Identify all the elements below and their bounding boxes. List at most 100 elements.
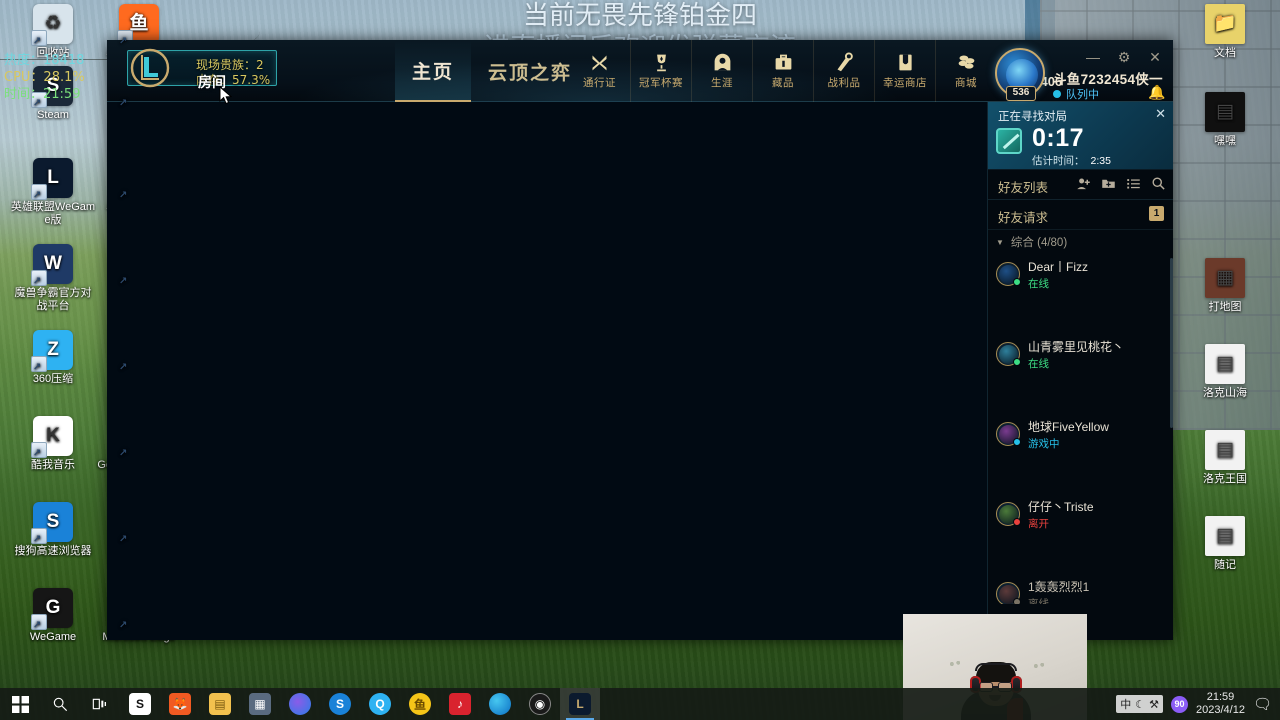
nav-icon-collection[interactable]: 藏品 [752, 40, 813, 102]
player-profile-orb[interactable]: 536 [995, 48, 1047, 104]
add-friend-icon[interactable] [1076, 176, 1091, 192]
desktop-icon-glyph: L [31, 158, 73, 202]
lucky-store-icon [898, 54, 912, 71]
league-icon: L [569, 693, 591, 715]
avatar [996, 582, 1021, 604]
taskbar-app-obs[interactable]: ◉ [520, 688, 560, 720]
desktop-icon-glyph: ▦ [1205, 258, 1245, 298]
taskbar-app-explorer[interactable]: ▤ [200, 688, 240, 720]
friend-name: Dear丨Fizz [1028, 259, 1089, 274]
tray-badge[interactable]: 90 [1171, 695, 1189, 713]
friend-name: 仔仔丶Triste [1028, 499, 1094, 514]
list-item[interactable]: 山青雾里见桃花丶 在线 [988, 334, 1173, 374]
nav-icon-label: 商城 [955, 77, 977, 89]
desktop-icon[interactable]: ▤ 洛克王国 [1182, 430, 1268, 486]
desktop-icon[interactable]: ▦ 打地图 [1182, 258, 1268, 314]
notifications-bell-icon[interactable]: 🔔 [1148, 84, 1165, 101]
list-item[interactable]: Dear丨Fizz 在线 [988, 254, 1173, 294]
start-button[interactable] [0, 688, 40, 720]
taskbar-app-league[interactable]: L [560, 688, 600, 720]
status-dot [1013, 518, 1021, 526]
desktop-icon-label: 英雄联盟WeGame版 [10, 201, 96, 226]
start-icon [11, 695, 29, 713]
taskbar-search-button[interactable] [40, 688, 80, 720]
list-item[interactable]: 地球FiveYellow 游戏中 [988, 414, 1173, 454]
desktop-icon[interactable]: ▤ 随记 [1182, 516, 1268, 572]
queue-close-button[interactable]: ✕ [1155, 106, 1166, 122]
ime-tool-icon: ⚒ [1149, 698, 1160, 711]
windows-taskbar: S 🦊 ▤ ▦ S Q 鱼 ♪ ◉ L 中 ☾ ⚒ 90 21:59 2023/… [0, 688, 1280, 720]
desktop-icon[interactable]: Z360压缩 [10, 330, 96, 386]
friends-list-title: 好友列表 [998, 181, 1049, 195]
friend-name: 地球FiveYellow [1028, 419, 1109, 434]
nav-icon-pass[interactable]: 通行证 [569, 40, 630, 102]
desktop-icon-label: 搜狗高速浏览器 [14, 545, 92, 557]
friend-status: 在线 [1028, 277, 1049, 290]
desktop-icon[interactable]: W魔兽争霸官方对战平台 [10, 244, 96, 312]
list-item[interactable]: 仔仔丶Triste 离开 [988, 494, 1173, 534]
friends-list[interactable]: Dear丨Fizz 在线 山青雾里见桃花丶 在线 地球FiveYellow 游戏中 仔仔丶T… [988, 254, 1173, 604]
ime-indicator[interactable]: 中 ☾ ⚒ [1116, 695, 1164, 713]
sogou-icon: S [329, 693, 351, 715]
tray-clock[interactable]: 21:59 2023/4/12 [1196, 691, 1245, 717]
desktop-icon-glyph: Z [31, 330, 73, 374]
taskbar-app-edge[interactable] [480, 688, 520, 720]
avatar [996, 262, 1021, 286]
nav-icon-lucky-store[interactable]: 幸运商店 [874, 40, 935, 102]
create-group-icon[interactable] [1101, 176, 1116, 192]
desktop-icon[interactable]: ▤ 洛克山海 [1182, 344, 1268, 400]
league-logo-icon [130, 48, 170, 88]
taskbar-app-wegame[interactable]: S [120, 688, 160, 720]
taskbar-app-calculator[interactable]: ▦ [240, 688, 280, 720]
notification-icon[interactable]: 🗨 [1253, 695, 1272, 713]
nav-icon-loot[interactable]: 战利品 [813, 40, 874, 102]
overlay-time: 时间：21:59 [4, 87, 81, 102]
close-button[interactable]: ✕ [1148, 50, 1162, 64]
list-view-icon[interactable] [1126, 176, 1141, 192]
player-status-text: 队列中 [1066, 89, 1099, 101]
store-icon [958, 55, 974, 69]
profile-level: 536 [1006, 86, 1036, 101]
desktop-icon[interactable]: K酷我音乐 [10, 416, 96, 472]
qq-browser-icon: Q [369, 693, 391, 715]
nav-icon-store[interactable]: 商城 [935, 40, 996, 102]
taskbar-app-douyu[interactable]: 鱼 [400, 688, 440, 720]
friend-requests-row[interactable]: 好友请求 1 [988, 200, 1173, 230]
nav-tab-home[interactable]: 主页 [395, 40, 472, 102]
desktop-icon[interactable]: S搜狗高速浏览器 [10, 502, 96, 558]
search-icon[interactable] [1151, 176, 1166, 192]
stream-overlay-stats: 热度：18418 CPU：28.1% 时间：21:59 [4, 52, 85, 103]
friend-status: 离开 [1028, 517, 1049, 530]
taskbar-app-netease-music[interactable]: ♪ [440, 688, 480, 720]
friend-group-header[interactable]: ▼ 综合 (4/80) [988, 230, 1173, 254]
desktop-icon-glyph: ▤ [1205, 344, 1245, 384]
nav-icon-label: 冠军杯赛 [639, 77, 683, 89]
taskbar-app-cortana[interactable] [280, 688, 320, 720]
friend-name: 1轰轰烈烈1 [1028, 579, 1090, 594]
settings-gear-icon[interactable]: ⚙ [1117, 50, 1131, 64]
client-nav-tabs: 主页 云顶之弈 [395, 40, 589, 102]
friend-requests-badge: 1 [1149, 206, 1164, 221]
player-status[interactable]: 队列中 [1053, 86, 1099, 102]
desktop-icon[interactable]: ▤ 嘿嘿 [1182, 92, 1268, 148]
avatar [996, 342, 1021, 366]
desktop-icon[interactable]: GWeGame [10, 588, 96, 644]
loot-icon [837, 52, 853, 72]
task-view-button[interactable] [80, 688, 120, 720]
desktop-icon[interactable]: L英雄联盟WeGame版 [10, 158, 96, 226]
queue-eta-label: 估计时间： [1032, 155, 1085, 167]
friend-status: 在线 [1028, 357, 1049, 370]
minimize-button[interactable]: — [1086, 50, 1100, 64]
system-tray: 中 ☾ ⚒ 90 21:59 2023/4/12 🗨 [1116, 688, 1280, 720]
friends-list-actions [1076, 176, 1166, 192]
nav-icon-champion-cup[interactable]: 冠军杯赛 [630, 40, 691, 102]
taskbar-app-qq-browser[interactable]: Q [360, 688, 400, 720]
nav-icon-career[interactable]: 生涯 [691, 40, 752, 102]
edge-icon [489, 693, 511, 715]
taskbar-app-firefox[interactable]: 🦊 [160, 688, 200, 720]
search-icon [53, 697, 68, 712]
calculator-icon: ▦ [249, 693, 271, 715]
taskbar-app-sogou[interactable]: S [320, 688, 360, 720]
list-item[interactable]: 1轰轰烈烈1 离线 [988, 574, 1173, 604]
friend-group-label: 综合 (4/80) [1010, 237, 1068, 249]
